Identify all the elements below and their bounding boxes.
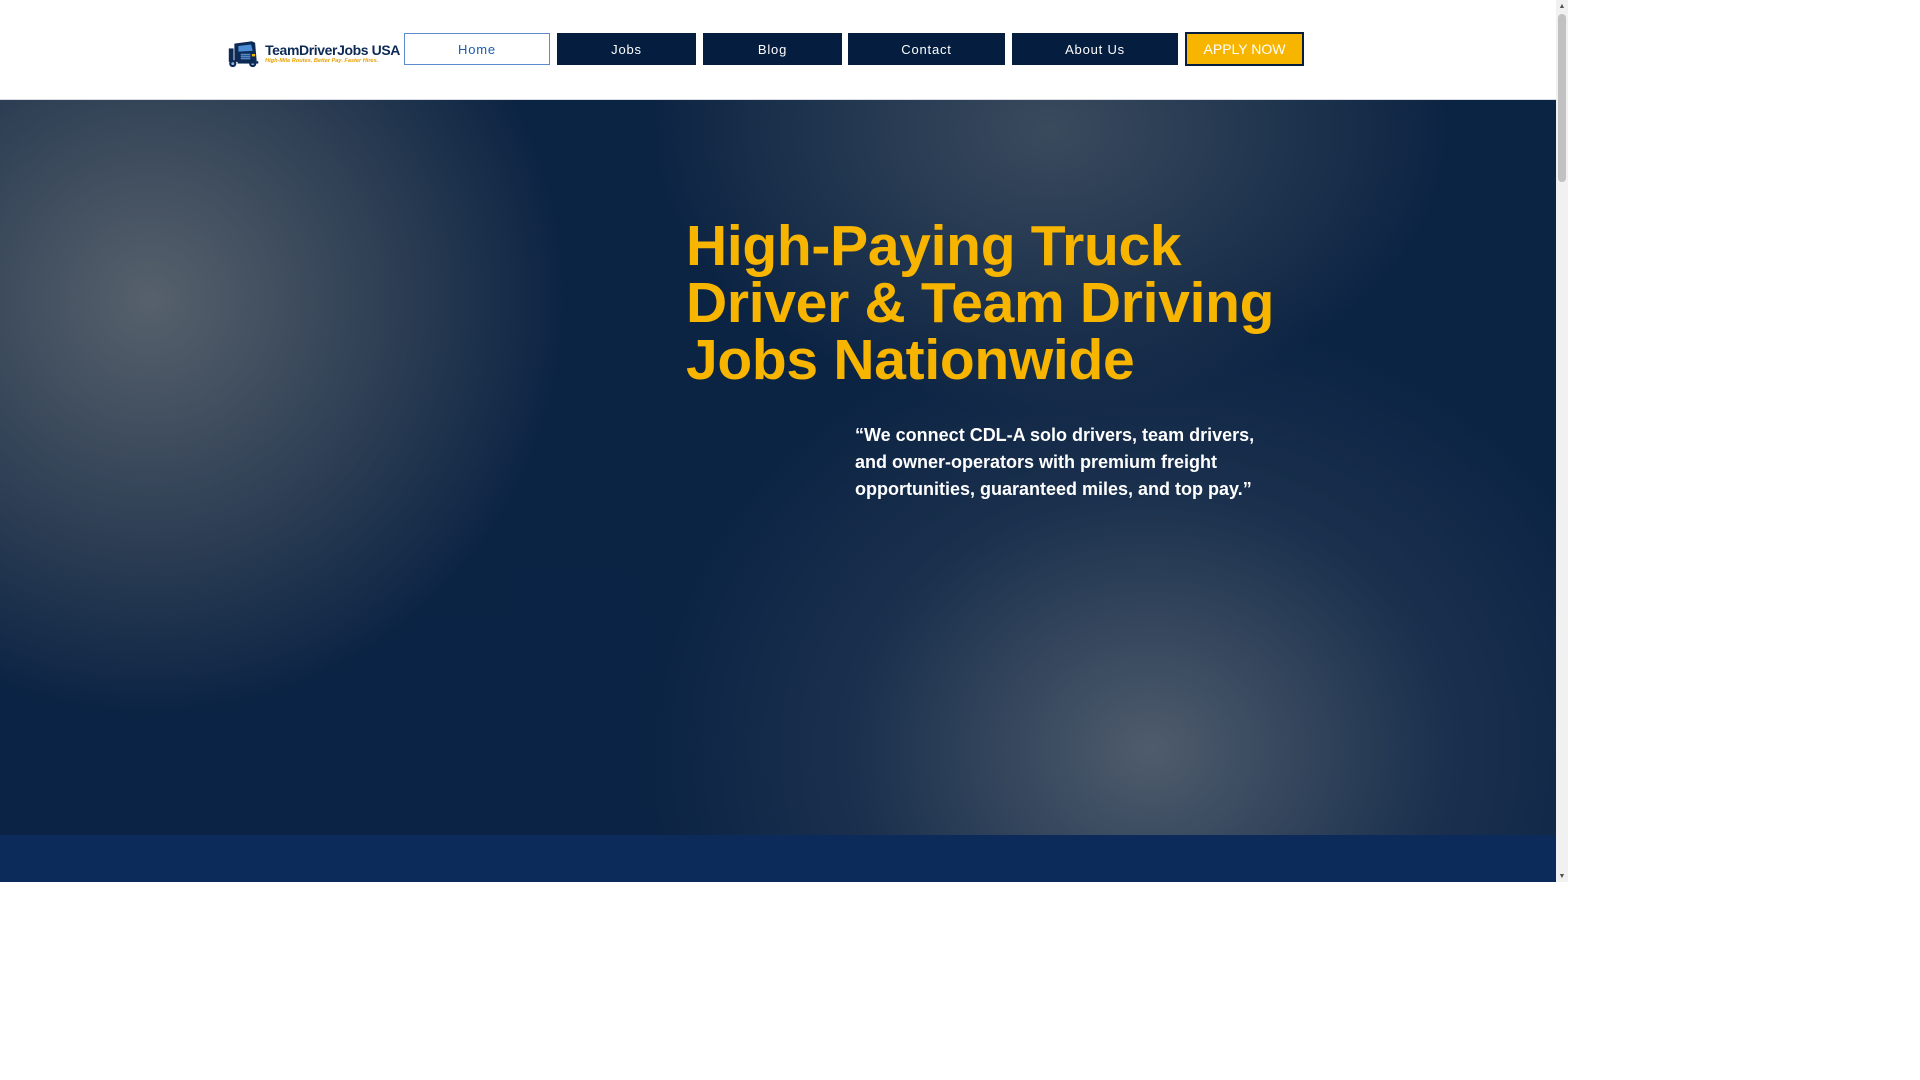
nav-home[interactable]: Home: [404, 33, 550, 65]
hero-quote: “We connect CDL-A solo drivers, team dri…: [855, 425, 1255, 499]
apply-now-button[interactable]: APPLY NOW: [1185, 32, 1304, 66]
page: TeamDriverJobs USA High-Mile Routes. Bet…: [0, 0, 1568, 882]
logo-tagline: High-Mile Routes. Better Pay. Faster Hir…: [265, 58, 379, 65]
page-scrollbar[interactable]: ▲ ▼: [1556, 0, 1568, 882]
logo-name: TeamDriverJobs USA: [265, 42, 400, 59]
scroll-thumb[interactable]: [1558, 14, 1566, 182]
hero-section: [0, 100, 1556, 835]
nav-jobs[interactable]: Jobs: [557, 33, 696, 65]
nav-contact[interactable]: Contact: [848, 33, 1005, 65]
nav-blog[interactable]: Blog: [703, 33, 842, 65]
site-header: TeamDriverJobs USA High-Mile Routes. Bet…: [0, 0, 1556, 100]
logo-text: TeamDriverJobs USA High-Mile Routes. Bet…: [265, 43, 400, 65]
scroll-down-arrow-icon[interactable]: ▼: [1556, 870, 1568, 882]
truck-icon: [228, 41, 259, 68]
next-section-band: [0, 835, 1556, 882]
hero-title: High-Paying Truck Driver & Team Driving …: [686, 214, 1275, 392]
scroll-up-arrow-icon[interactable]: ▲: [1556, 0, 1568, 12]
nav-about-us[interactable]: About Us: [1012, 33, 1178, 65]
site-logo[interactable]: TeamDriverJobs USA High-Mile Routes. Bet…: [228, 34, 400, 74]
